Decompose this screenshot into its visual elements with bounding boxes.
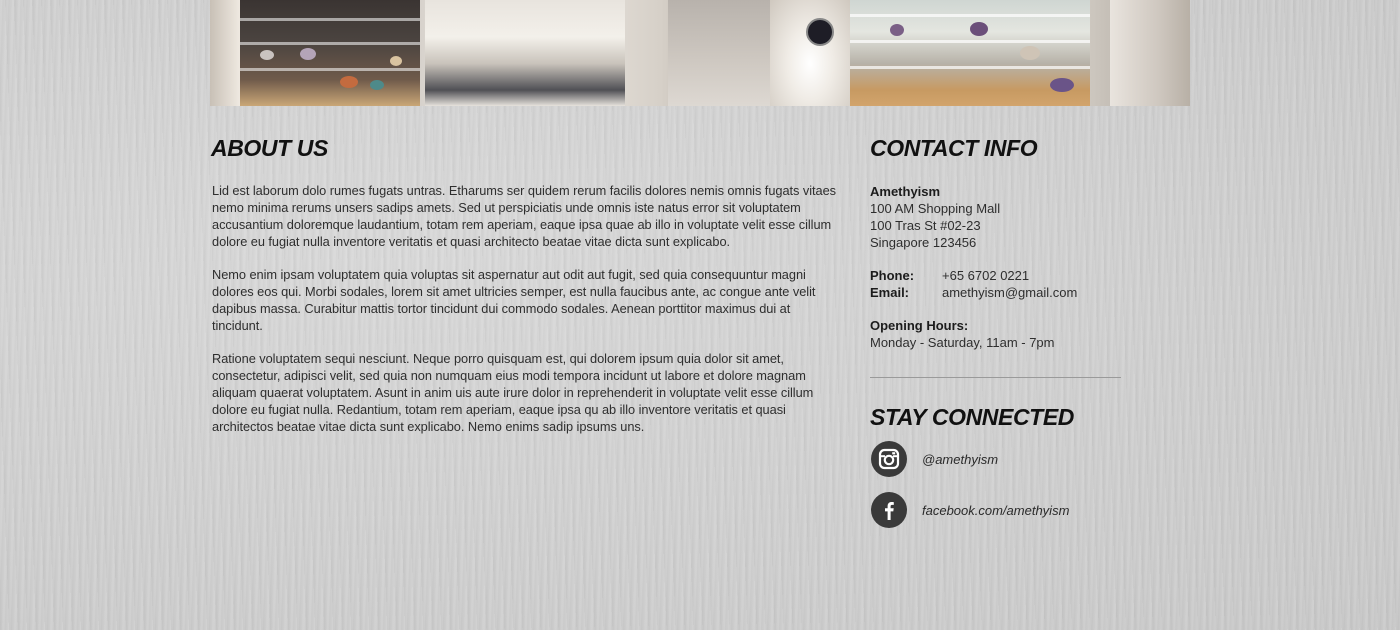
- instagram-link[interactable]: @amethyism: [871, 441, 998, 477]
- address-line-2: 100 Tras St #02-23: [870, 218, 981, 233]
- facebook-icon[interactable]: [871, 492, 907, 528]
- phone-value[interactable]: +65 6702 0221: [942, 267, 1029, 284]
- about-paragraph-2: Nemo enim ipsam voluptatem quia voluptas…: [212, 267, 816, 333]
- photo-pillar-right: [1110, 0, 1190, 106]
- store-interior-photo: [210, 0, 1190, 106]
- email-value[interactable]: amethyism@gmail.com: [942, 284, 1077, 301]
- facebook-handle[interactable]: facebook.com/amethyism: [922, 503, 1069, 518]
- instagram-icon[interactable]: [871, 441, 907, 477]
- photo-back-wall: [668, 0, 778, 106]
- about-heading: ABOUT US: [211, 135, 328, 161]
- address-line-1: 100 AM Shopping Mall: [870, 201, 1001, 216]
- opening-hours-value: Monday - Saturday, 11am - 7pm: [870, 335, 1055, 350]
- email-row: Email: amethyism@gmail.com: [870, 284, 1130, 301]
- contact-details: Amethyism 100 AM Shopping Mall 100 Tras …: [870, 183, 1130, 351]
- photo-mirror: [806, 18, 834, 46]
- opening-hours-label: Opening Hours:: [870, 318, 969, 333]
- email-label: Email:: [870, 285, 910, 300]
- section-divider: [870, 377, 1121, 378]
- contact-heading: CONTACT INFO: [870, 135, 1038, 161]
- about-paragraph-3: Ratione voluptatem sequi nesciunt. Neque…: [212, 351, 814, 434]
- photo-display-case-right: [850, 0, 1090, 106]
- about-paragraph-1: Lid est laborum dolo rumes fugats untras…: [212, 183, 837, 249]
- facebook-link[interactable]: facebook.com/amethyism: [871, 492, 1069, 528]
- about-section: ABOUT US Lid est laborum dolo rumes fuga…: [211, 133, 841, 452]
- photo-light: [770, 0, 850, 106]
- photo-counter: [425, 0, 625, 106]
- about-body: Lid est laborum dolo rumes fugats untras…: [211, 183, 841, 436]
- stay-connected-heading: STAY CONNECTED: [870, 404, 1074, 430]
- contact-section: CONTACT INFO Amethyism 100 AM Shopping M…: [870, 133, 1130, 351]
- phone-row: Phone: +65 6702 0221: [870, 267, 1130, 284]
- instagram-handle[interactable]: @amethyism: [922, 452, 998, 467]
- phone-label: Phone:: [870, 268, 915, 283]
- address-line-3: Singapore 123456: [870, 235, 977, 250]
- photo-display-case-left: [240, 0, 420, 106]
- business-name: Amethyism: [870, 184, 941, 199]
- photo-pillar-left: [210, 0, 240, 106]
